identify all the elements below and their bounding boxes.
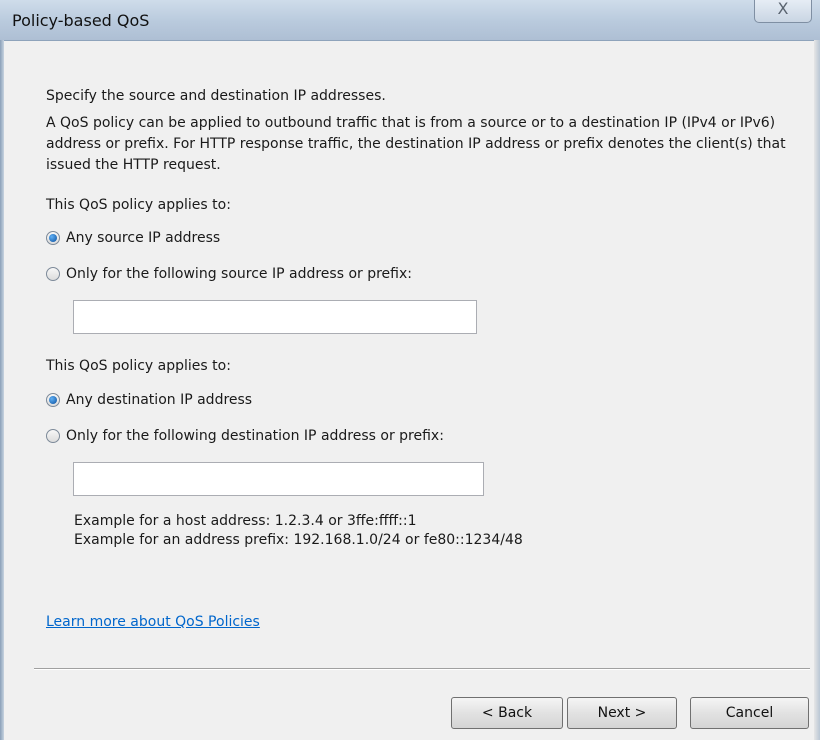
radio-specific-destination[interactable]: Only for the following destination IP ad… (46, 428, 444, 444)
example-host-text: Example for a host address: 1.2.3.4 or 3… (74, 513, 417, 529)
window-right-border (814, 40, 820, 740)
radio-specific-source-label: Only for the following source IP address… (66, 266, 412, 282)
footer-divider (34, 668, 810, 670)
learn-more-link[interactable]: Learn more about QoS Policies (46, 614, 260, 630)
source-section-heading: This QoS policy applies to: (46, 197, 231, 213)
radio-specific-destination-label: Only for the following destination IP ad… (66, 428, 444, 444)
source-ip-input[interactable] (73, 300, 477, 334)
description-text: A QoS policy can be applied to outbound … (46, 115, 786, 173)
example-prefix-text: Example for an address prefix: 192.168.1… (74, 532, 523, 548)
close-button[interactable]: X (754, 0, 812, 23)
window-left-border (0, 40, 4, 740)
intro-text: Specify the source and destination IP ad… (46, 88, 386, 104)
next-button[interactable]: Next > (567, 697, 677, 729)
examples-block: Example for a host address: 1.2.3.4 or 3… (74, 512, 523, 550)
destination-section-heading: This QoS policy applies to: (46, 358, 231, 374)
back-button[interactable]: < Back (451, 697, 563, 729)
radio-specific-source[interactable]: Only for the following source IP address… (46, 266, 412, 282)
radio-selected-icon[interactable] (46, 231, 60, 245)
window-title: Policy-based QoS (12, 11, 150, 30)
destination-ip-input[interactable] (73, 462, 484, 496)
radio-unselected-icon[interactable] (46, 429, 60, 443)
radio-any-source[interactable]: Any source IP address (46, 230, 220, 246)
radio-any-source-label: Any source IP address (66, 230, 221, 246)
cancel-button[interactable]: Cancel (690, 697, 809, 729)
radio-any-destination-label: Any destination IP address (66, 392, 253, 408)
radio-unselected-icon[interactable] (46, 267, 60, 281)
radio-selected-icon[interactable] (46, 393, 60, 407)
close-icon: X (777, 0, 789, 18)
title-bar: Policy-based QoS X (0, 0, 820, 41)
radio-any-destination[interactable]: Any destination IP address (46, 392, 252, 408)
